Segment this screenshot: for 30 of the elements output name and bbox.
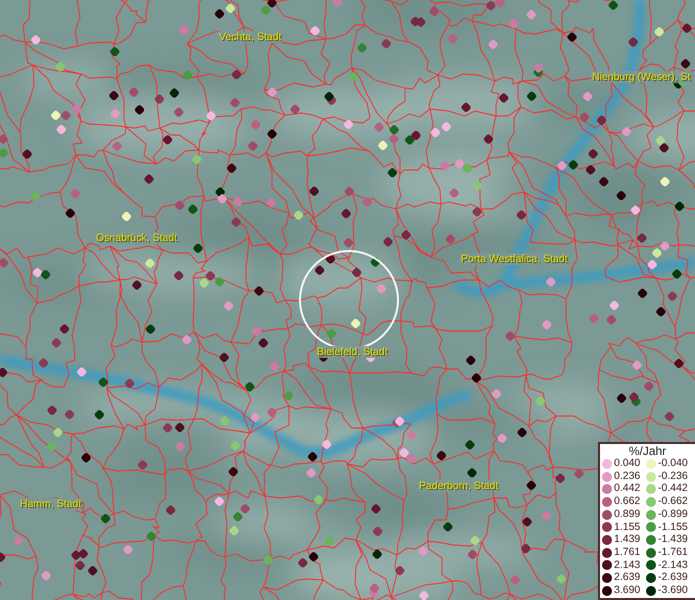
legend-value: 1.155 — [613, 522, 640, 534]
place-label: Porta Westfalica, Stadt — [460, 253, 569, 265]
legend-value: 0.899 — [613, 508, 640, 521]
place-label: Osnabrück, Stadt — [95, 232, 178, 244]
place-label: Vechta, Stadt — [218, 31, 282, 43]
legend-value: 2.639 — [613, 572, 640, 584]
legend-value: -0.236 — [657, 470, 688, 482]
legend-value: -0.662 — [657, 496, 688, 508]
legend-value: 0.236 — [613, 470, 640, 482]
legend-value: -2.143 — [657, 560, 688, 572]
place-label: Bielefeld, Stadt — [316, 346, 389, 358]
legend-value: 0.442 — [613, 483, 640, 496]
legend-value: -0.442 — [657, 483, 688, 496]
place-label: Paderborn, Stadt — [418, 480, 500, 492]
legend-value: 1.761 — [613, 546, 640, 559]
place-label: Nienburg (Weser), St — [591, 71, 692, 83]
legend-value: 0.040 — [613, 458, 640, 470]
legend-value: 2.143 — [613, 560, 640, 572]
legend-value: -2.639 — [657, 572, 688, 584]
legend-value: -3.690 — [657, 585, 688, 597]
legend-value: 1.439 — [613, 534, 640, 546]
legend-value: -1.761 — [657, 546, 688, 559]
legend-value: 0.662 — [613, 496, 640, 508]
place-label: Hamm, Stadt — [19, 498, 82, 510]
legend-value: 3.690 — [613, 585, 640, 597]
legend-value: -1.155 — [657, 522, 688, 534]
legend-value: -0.040 — [657, 458, 688, 470]
legend-title: %/Jahr — [628, 445, 666, 458]
legend-value: -0.899 — [657, 508, 688, 521]
legend-value: -1.439 — [657, 534, 688, 546]
